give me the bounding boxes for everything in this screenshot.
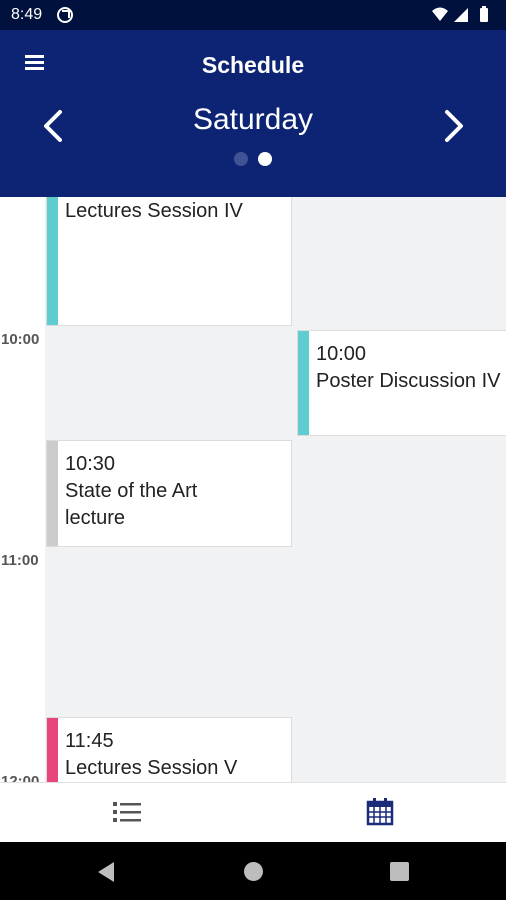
app-bar: Schedule Saturday bbox=[0, 30, 506, 197]
event-card[interactable]: Lectures Session IV bbox=[46, 197, 292, 326]
page-dot-1[interactable] bbox=[234, 152, 248, 166]
event-content: 11:45 Lectures Session V bbox=[65, 728, 287, 782]
page-indicator bbox=[234, 152, 274, 166]
event-card[interactable]: 10:30 State of the Art lecture bbox=[46, 440, 292, 547]
calendar-icon[interactable] bbox=[366, 798, 394, 826]
status-bar: 8:49 bbox=[0, 0, 506, 30]
battery-icon bbox=[480, 8, 488, 22]
event-time: 11:45 bbox=[65, 730, 114, 752]
bottom-nav bbox=[0, 782, 506, 842]
event-content: 10:30 State of the Art lecture bbox=[65, 451, 287, 532]
schedule-grid: 10:00 11:00 12:00 Lectures Session IV 10… bbox=[0, 197, 506, 782]
event-card[interactable]: 11:45 Lectures Session V bbox=[46, 717, 292, 782]
event-title: Lectures Session V bbox=[65, 757, 238, 779]
event-time: 10:30 bbox=[65, 453, 116, 475]
event-title: Lectures Session IV bbox=[65, 200, 243, 222]
recents-icon[interactable] bbox=[390, 862, 409, 881]
back-icon[interactable] bbox=[96, 861, 116, 883]
event-title: State of the Art lecture bbox=[65, 480, 198, 529]
event-content: Lectures Session IV bbox=[65, 198, 287, 225]
at-notification-icon bbox=[57, 7, 73, 23]
status-time: 8:49 bbox=[11, 6, 43, 23]
event-color-bar bbox=[47, 441, 58, 546]
signal-icon bbox=[454, 8, 468, 22]
event-color-bar bbox=[47, 197, 58, 325]
list-icon[interactable] bbox=[113, 800, 141, 824]
time-label: 10:00 bbox=[1, 331, 40, 348]
page-title: Schedule bbox=[201, 52, 305, 78]
time-label: 12:00 bbox=[1, 773, 40, 782]
day-title: Saturday bbox=[192, 103, 314, 136]
time-column: 10:00 11:00 12:00 bbox=[0, 197, 45, 782]
event-color-bar bbox=[47, 718, 58, 782]
event-card[interactable]: 10:00 Poster Discussion IV bbox=[297, 330, 506, 436]
event-color-bar bbox=[298, 331, 309, 435]
home-icon[interactable] bbox=[243, 861, 264, 882]
wifi-icon bbox=[432, 7, 448, 21]
event-title: Poster Discussion IV bbox=[316, 370, 501, 392]
chevron-left-icon[interactable] bbox=[38, 108, 68, 144]
event-time: 10:00 bbox=[316, 343, 367, 365]
chevron-right-icon[interactable] bbox=[439, 108, 469, 144]
page-dot-2[interactable] bbox=[258, 152, 272, 166]
time-label: 11:00 bbox=[1, 552, 39, 569]
event-content: 10:00 Poster Discussion IV bbox=[316, 341, 506, 395]
system-nav-bar bbox=[0, 842, 506, 900]
status-icons bbox=[432, 6, 488, 22]
